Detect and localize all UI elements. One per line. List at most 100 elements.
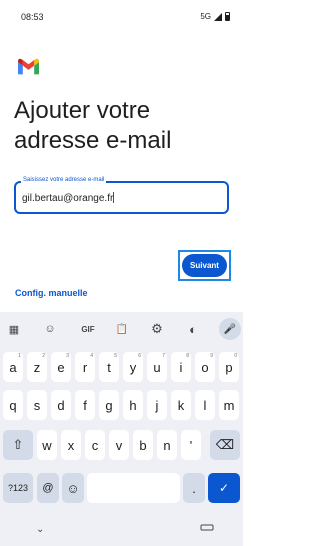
key-x[interactable]: x [61,430,81,460]
gif-button[interactable]: GIF [78,322,98,336]
period-key[interactable]: . [183,473,205,503]
backspace-key[interactable]: ⌫ [210,430,240,460]
key-label: k [177,397,185,413]
key-j[interactable]: j [147,390,167,420]
key-d[interactable]: d [51,390,71,420]
key-r[interactable]: r4 [75,352,95,382]
key-label: ' [189,437,193,453]
key-hint: 4 [90,353,93,359]
key-label: q [9,397,17,413]
key-c[interactable]: c [85,430,105,460]
key-hint: 8 [186,353,189,359]
key-label: v [115,437,123,453]
symbols-key[interactable]: ?123 [3,473,33,503]
battery-icon [225,12,230,21]
key-label: g [105,397,113,413]
key-label: x [67,437,75,453]
key-label: t [107,359,111,375]
network-type: 5G [200,12,211,21]
key-h[interactable]: h [123,390,143,420]
key-p[interactable]: p0 [219,352,239,382]
key-label: h [129,397,137,413]
key-label: f [83,397,87,413]
signal-icon [214,12,222,21]
key-s[interactable]: s [27,390,47,420]
key-label: o [201,359,209,375]
microphone-icon: 🎤 [223,323,237,335]
key-label: j [155,397,159,413]
gmail-logo-icon [18,58,39,75]
key-label: n [163,437,171,453]
key-hint: 1 [18,353,21,359]
text-caret [113,192,115,203]
keyboard-toolbar: ▦ ☺ GIF 📋 ⚙ ◐ 🎤 [0,312,243,346]
key-hint: 6 [138,353,141,359]
key-label: a [9,359,17,375]
email-text: gil.bertau@orange.fr [22,193,114,204]
keyboard: ▦ ☺ GIF 📋 ⚙ ◐ 🎤 ⇧ ⌫ ?123 @ ☺ . ✓ a1z2e3r… [0,312,243,546]
key-o[interactable]: o9 [195,352,215,382]
email-field-value[interactable]: gil.bertau@orange.fr [22,192,115,204]
key-apostrophe[interactable]: ' [181,430,201,460]
key-n[interactable]: n [157,430,177,460]
email-field-label: Saisissez votre adresse e-mail [21,177,107,183]
key-label: m [223,397,235,413]
emoji-icon: ☺ [66,480,80,496]
at-key[interactable]: @ [37,473,59,503]
enter-key[interactable]: ✓ [208,473,240,503]
key-q[interactable]: q [3,390,23,420]
status-icons: 5G [200,12,230,21]
key-hint: 5 [114,353,117,359]
key-l[interactable]: l [195,390,215,420]
key-f[interactable]: f [75,390,95,420]
key-g[interactable]: g [99,390,119,420]
key-w[interactable]: w [37,430,57,460]
key-i[interactable]: i8 [171,352,191,382]
key-label: l [203,397,207,413]
key-m[interactable]: m [219,390,239,420]
manual-config-link[interactable]: Config. manuelle [15,288,88,298]
key-k[interactable]: k [171,390,191,420]
sticker-icon[interactable]: ☺ [43,322,57,336]
key-y[interactable]: y6 [123,352,143,382]
palette-icon[interactable]: ◐ [186,322,200,337]
apps-grid-icon[interactable]: ▦ [7,322,21,336]
key-hint: 3 [66,353,69,359]
keyboard-switch-icon[interactable] [187,523,227,531]
shift-key[interactable]: ⇧ [3,430,33,460]
space-key[interactable] [87,473,180,503]
page-title: Ajouter votre adresse e-mail [14,97,172,154]
key-t[interactable]: t5 [99,352,119,382]
next-button[interactable]: Suivant [182,254,227,277]
key-a[interactable]: a1 [3,352,23,382]
key-hint: 2 [42,353,45,359]
key-e[interactable]: e3 [51,352,71,382]
check-icon: ✓ [218,481,230,495]
key-label: d [57,397,65,413]
key-label: y [129,359,137,375]
status-time: 08:53 [21,12,44,22]
key-label: w [42,437,52,453]
key-label: s [33,397,41,413]
key-u[interactable]: u7 [147,352,167,382]
key-z[interactable]: z2 [27,352,47,382]
key-hint: 7 [162,353,165,359]
key-label: p [225,359,233,375]
screen: 08:53 5G Ajouter votre adresse e-mail Sa… [0,0,243,546]
key-hint: 0 [234,353,237,359]
key-label: z [33,359,41,375]
key-label: r [82,359,88,375]
key-label: c [91,437,99,453]
status-bar: 08:53 5G [0,0,243,34]
key-label: i [179,359,183,375]
clipboard-icon[interactable]: 📋 [115,322,129,336]
key-label: u [153,359,161,375]
key-b[interactable]: b [133,430,153,460]
key-hint: 9 [210,353,213,359]
key-label: b [139,437,147,453]
settings-gear-icon[interactable]: ⚙ [150,321,164,336]
key-v[interactable]: v [109,430,129,460]
hide-keyboard-icon[interactable]: ⌄ [36,524,44,535]
backspace-icon: ⌫ [215,437,235,452]
emoji-key[interactable]: ☺ [62,473,84,503]
